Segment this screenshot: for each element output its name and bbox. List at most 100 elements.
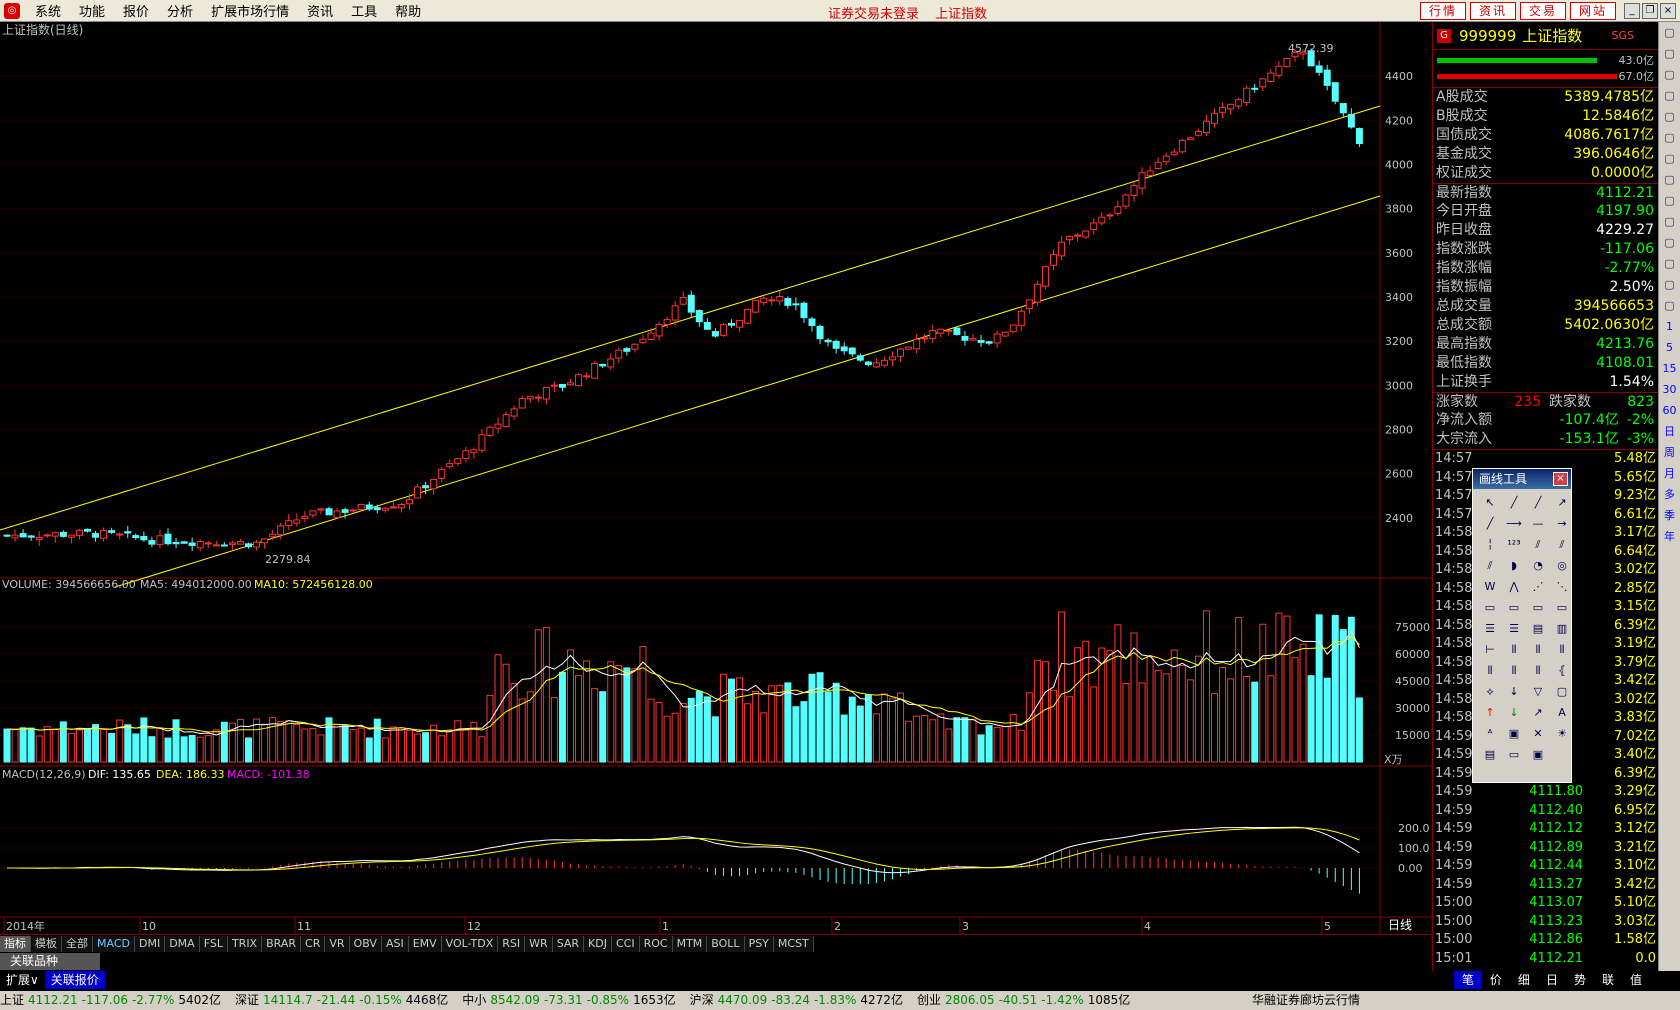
close-icon[interactable]: ×	[1660, 3, 1676, 19]
login-status-text[interactable]: 证券交易未登录	[828, 7, 919, 22]
ellipse-icon[interactable]: ◎	[1551, 556, 1573, 575]
diag-arrow-icon[interactable]: ↗	[1527, 703, 1549, 722]
arc-icon[interactable]: ◗	[1503, 556, 1525, 575]
fib3-icon[interactable]: ▤	[1527, 619, 1549, 638]
trend-channel-icon[interactable]: ⫽	[1479, 556, 1501, 575]
period-label[interactable]: 日线	[1388, 918, 1412, 932]
up-pattern-icon[interactable]: ⋰	[1527, 577, 1549, 596]
indicator-tab-mcst[interactable]: MCST	[773, 935, 814, 952]
sidebar-tool-icon[interactable]: ▢	[1659, 106, 1680, 127]
grid3-icon[interactable]: ⦀	[1551, 640, 1573, 659]
indicator-tab-rsi[interactable]: RSI	[498, 935, 526, 952]
menu-function[interactable]: 功能	[70, 1, 114, 20]
indicator-tab-emv[interactable]: EMV	[408, 935, 442, 952]
panel-tab-5[interactable]: 联	[1593, 971, 1622, 989]
delete-icon[interactable]: ✕	[1527, 724, 1549, 743]
sidebar-period-周[interactable]: 周	[1659, 442, 1680, 463]
drawing-tools-window[interactable]: 画线工具 × ↖ ╱ ╱ ↗ ╱ ⟶ — → ╎ ¹²³ ⫽ ⫽ ⫽ ◗ ◔ ◎ W ⋀ ⋰ ⋱ ▭ ▭ ▭ ▭ ☰ ☰ ▤ ▥ ⊢ ⦀ ⦀ ⦀…	[1472, 468, 1572, 783]
menu-help[interactable]: 帮助	[386, 1, 430, 20]
indicator-tab-brar[interactable]: BRAR	[262, 935, 302, 952]
indicator-tab-cci[interactable]: CCI	[611, 935, 640, 952]
down-icon[interactable]: ↓	[1503, 682, 1525, 701]
news-button[interactable]: 资讯	[1469, 2, 1516, 20]
pointer-icon[interactable]: ↖	[1479, 493, 1501, 512]
sidebar-tool-icon[interactable]: ▢	[1659, 43, 1680, 64]
sidebar-period-5[interactable]: 5	[1659, 337, 1680, 358]
fib-icon[interactable]: ☰	[1479, 619, 1501, 638]
indicator-tab-vol-tdx[interactable]: VOL-TDX	[441, 935, 499, 952]
sidebar-tool-icon[interactable]: ▢	[1659, 253, 1680, 274]
website-button[interactable]: 网站	[1569, 2, 1616, 20]
menu-system[interactable]: 系统	[26, 1, 70, 20]
sidebar-period-60[interactable]: 60	[1659, 400, 1680, 421]
wave-count-icon[interactable]: ¹²³	[1503, 535, 1525, 554]
panel-tab-0[interactable]: 笔	[1453, 971, 1482, 989]
indicator-tab-roc[interactable]: ROC	[639, 935, 673, 952]
period-icon[interactable]: ⦀	[1479, 661, 1501, 680]
drawing-tools-close-icon[interactable]: ×	[1553, 472, 1568, 486]
menu-quote[interactable]: 报价	[114, 1, 158, 20]
trade-button[interactable]: 交易	[1519, 2, 1566, 20]
indicator-tab-asi[interactable]: ASI	[381, 935, 409, 952]
sidebar-period-多[interactable]: 多	[1659, 484, 1680, 505]
sidebar-tool-icon[interactable]: ▢	[1659, 274, 1680, 295]
panel-tab-6[interactable]: 值	[1621, 971, 1650, 989]
indicator-tab-dmi[interactable]: DMI	[134, 935, 166, 952]
indicator-tab-mtm[interactable]: MTM	[672, 935, 708, 952]
fib2-icon[interactable]: ☰	[1503, 619, 1525, 638]
sidebar-period-年[interactable]: 年	[1659, 526, 1680, 547]
sidebar-tool-icon[interactable]: ▢	[1659, 211, 1680, 232]
up-arrow-icon[interactable]: ↑	[1479, 703, 1501, 722]
image-icon[interactable]: ▣	[1503, 724, 1525, 743]
sidebar-period-30[interactable]: 30	[1659, 379, 1680, 400]
sidebar-tool-icon[interactable]: ▢	[1659, 127, 1680, 148]
frame-icon[interactable]: ▭	[1503, 745, 1525, 764]
sidebar-tool-icon[interactable]: ▢	[1659, 169, 1680, 190]
sidebar-tool-icon[interactable]: ▢	[1659, 85, 1680, 106]
circle-icon[interactable]: ◔	[1527, 556, 1549, 575]
restore-icon[interactable]: ❐	[1642, 3, 1658, 19]
menu-news[interactable]: 资讯	[298, 1, 342, 20]
parallel-line-icon[interactable]: ⫽	[1527, 535, 1549, 554]
status-index-2[interactable]: 中小 8542.09 -73.31 -0.85% 1653亿	[462, 991, 679, 1010]
ray-icon[interactable]: ╱	[1527, 493, 1549, 512]
indicator-tab-sar[interactable]: SAR	[552, 935, 585, 952]
minimize-icon[interactable]: _	[1624, 3, 1640, 19]
period4-icon[interactable]: ⦃	[1551, 661, 1573, 680]
text2-icon[interactable]: ᴬ	[1479, 724, 1501, 743]
sidebar-tool-icon[interactable]: ▢	[1659, 295, 1680, 316]
arrow-line-icon[interactable]: ↗	[1551, 493, 1573, 512]
panel-tab-1[interactable]: 价	[1481, 971, 1510, 989]
drawing-tools-title[interactable]: 画线工具 ×	[1473, 469, 1571, 489]
w-pattern-icon[interactable]: W	[1479, 577, 1501, 596]
indicator-tab-dma[interactable]: DMA	[165, 935, 200, 952]
sidebar-tool-icon[interactable]: ▢	[1659, 148, 1680, 169]
text-icon[interactable]: A	[1551, 703, 1573, 722]
period2-icon[interactable]: ⦀	[1503, 661, 1525, 680]
ext-tab[interactable]: 扩展∨	[0, 971, 45, 989]
menu-ext-market[interactable]: 扩展市场行情	[202, 1, 298, 20]
sidebar-tool-icon[interactable]: ▢	[1659, 190, 1680, 211]
down-pattern-icon[interactable]: ⋱	[1551, 577, 1573, 596]
fib4-icon[interactable]: ▥	[1551, 619, 1573, 638]
sidebar-tool-icon[interactable]: ▢	[1659, 64, 1680, 85]
channel-icon[interactable]: ⫽	[1551, 535, 1573, 554]
sidebar-period-1[interactable]: 1	[1659, 316, 1680, 337]
indicator-tab-kdj[interactable]: KDJ	[584, 935, 612, 952]
sidebar-period-月[interactable]: 月	[1659, 463, 1680, 484]
status-index-3[interactable]: 沪深 4470.09 -83.24 -1.83% 4272亿	[690, 991, 907, 1010]
line-icon[interactable]: ╱	[1503, 493, 1525, 512]
indicator-tab-cr[interactable]: CR	[301, 935, 326, 952]
panel-tab-3[interactable]: 日	[1537, 971, 1566, 989]
menu-tools[interactable]: 工具	[342, 1, 386, 20]
sidebar-period-15[interactable]: 15	[1659, 358, 1680, 379]
vertical-line-icon[interactable]: ╎	[1479, 535, 1501, 554]
sidebar-tool-icon[interactable]: ▢	[1659, 22, 1680, 43]
fan-icon[interactable]: ⟡	[1479, 682, 1501, 701]
grid2-icon[interactable]: ⦀	[1527, 640, 1549, 659]
related-items[interactable]: 关联品种	[0, 953, 100, 970]
sidebar-period-日[interactable]: 日	[1659, 421, 1680, 442]
save-icon[interactable]: ▣	[1527, 745, 1549, 764]
indicator-tab-boll[interactable]: BOLL	[707, 935, 745, 952]
indicator-tab-vr[interactable]: VR	[325, 935, 350, 952]
